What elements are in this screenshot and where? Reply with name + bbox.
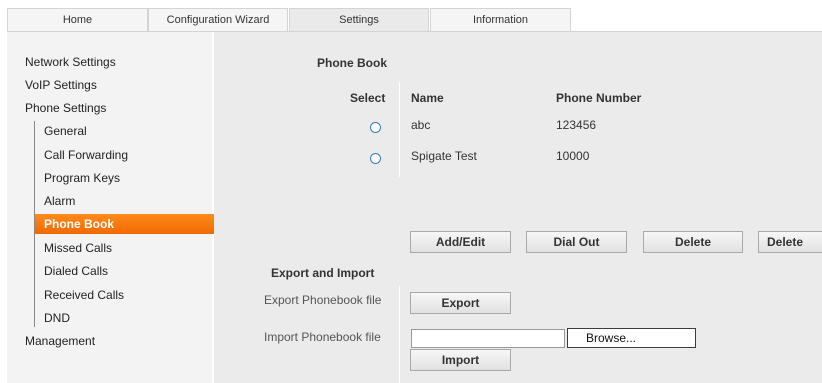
add-edit-button[interactable]: Add/Edit	[410, 231, 511, 253]
tab-information[interactable]: Information	[430, 8, 571, 32]
column-header-select: Select	[350, 91, 386, 105]
select-radio-row-2[interactable]	[370, 153, 381, 164]
sidebar-item-management[interactable]: Management	[25, 334, 95, 348]
dial-out-button[interactable]: Dial Out	[526, 231, 627, 253]
delete-all-button[interactable]: Delete	[758, 231, 822, 253]
contact-name-row-2: Spigate Test	[411, 149, 477, 163]
sidebar-item-missed-calls[interactable]: Missed Calls	[35, 238, 220, 258]
export-phonebook-label: Export Phonebook file	[264, 293, 382, 307]
contact-number-row-1: 123456	[556, 118, 597, 132]
column-header-phone-number: Phone Number	[556, 91, 642, 105]
sidebar-item-dialed-calls[interactable]: Dialed Calls	[35, 261, 220, 281]
sidebar-item-call-forwarding[interactable]: Call Forwarding	[35, 145, 220, 165]
sidebar-item-general[interactable]: General	[35, 121, 220, 141]
import-file-input[interactable]	[411, 329, 565, 348]
select-radio-row-1[interactable]	[370, 122, 381, 133]
delete-button[interactable]: Delete	[643, 231, 743, 253]
export-import-title: Export and Import	[271, 266, 375, 280]
tab-configuration-wizard[interactable]: Configuration Wizard	[148, 8, 288, 32]
export-divider	[399, 286, 400, 383]
sidebar-item-phone-book[interactable]: Phone Book	[35, 214, 220, 234]
sidebar-item-dnd[interactable]: DND	[35, 308, 220, 328]
sidebar-item-program-keys[interactable]: Program Keys	[35, 168, 220, 188]
tab-settings[interactable]: Settings	[289, 8, 429, 32]
sidebar-item-phone-settings[interactable]: Phone Settings	[25, 101, 106, 115]
export-button[interactable]: Export	[410, 292, 511, 314]
table-divider	[399, 82, 400, 177]
browse-button[interactable]: Browse...	[567, 328, 696, 348]
import-button[interactable]: Import	[410, 349, 511, 371]
column-header-name: Name	[411, 91, 444, 105]
import-phonebook-label: Import Phonebook file	[264, 330, 381, 344]
contact-name-row-1: abc	[411, 118, 431, 132]
top-tab-bar: Home Configuration Wizard Settings Infor…	[0, 0, 822, 32]
tab-home[interactable]: Home	[7, 8, 148, 32]
sidebar-item-network-settings[interactable]: Network Settings	[25, 55, 116, 69]
sidebar-item-received-calls[interactable]: Received Calls	[35, 285, 220, 305]
sidebar-item-alarm[interactable]: Alarm	[35, 191, 220, 211]
sidebar-item-voip-settings[interactable]: VoIP Settings	[25, 78, 97, 92]
contact-number-row-2: 10000	[556, 149, 590, 163]
phone-book-title: Phone Book	[317, 56, 388, 70]
